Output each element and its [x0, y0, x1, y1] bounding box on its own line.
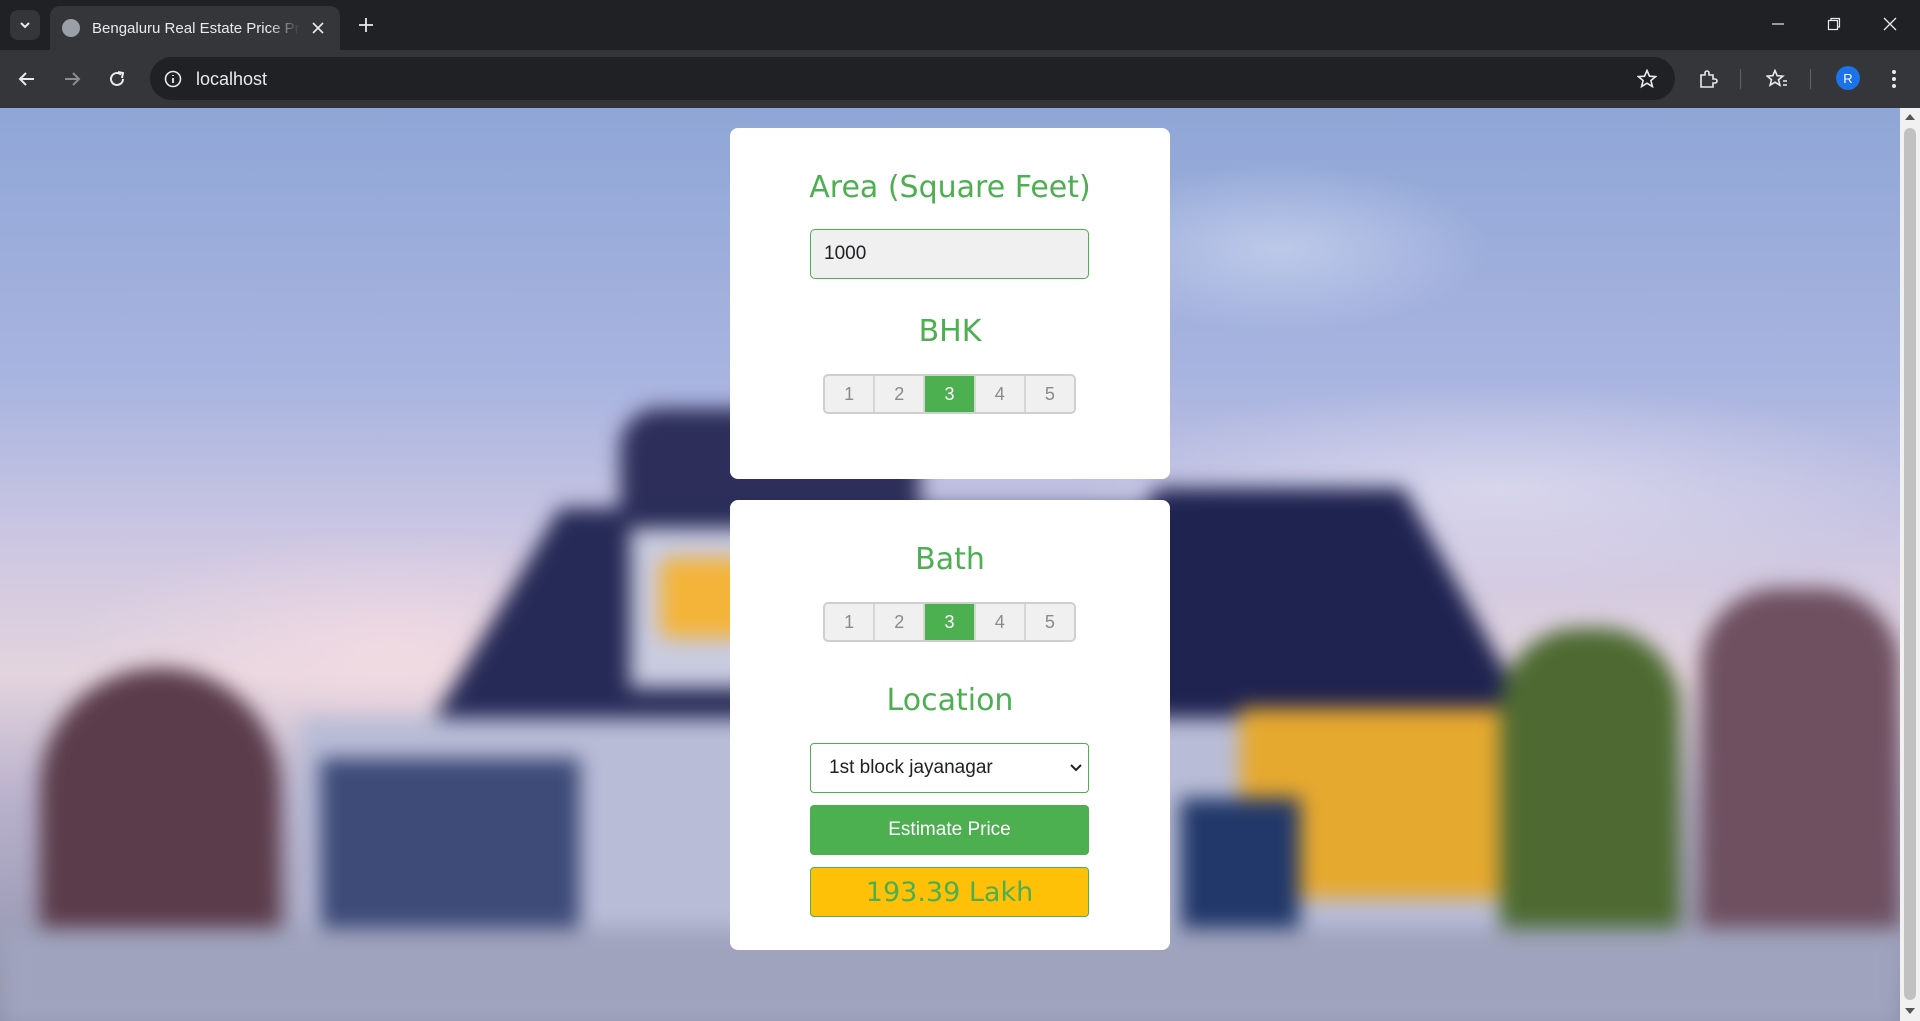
forward-arrow-icon	[65, 72, 81, 86]
forward-button[interactable]	[56, 63, 88, 95]
bath-option-1[interactable]: 1	[825, 604, 876, 640]
estimated-price-result: 193.39 Lakh	[810, 867, 1089, 917]
tab-search-button[interactable]	[10, 10, 40, 40]
bookmark-star-button[interactable]	[1633, 65, 1661, 93]
toolbar-divider	[1740, 69, 1741, 89]
profile-avatar[interactable]: R	[1836, 66, 1860, 90]
new-tab-button[interactable]	[352, 11, 380, 39]
restore-icon	[1827, 17, 1841, 31]
bhk-option-5[interactable]: 5	[1026, 376, 1074, 412]
plus-icon	[359, 18, 373, 32]
bhk-selector: 12345	[823, 374, 1076, 414]
extensions-icon	[1700, 70, 1718, 88]
area-input[interactable]	[810, 229, 1089, 279]
tab-title: Bengaluru Real Estate Price Prediction	[92, 19, 300, 37]
bath-label: Bath	[915, 542, 985, 577]
bath-option-3[interactable]: 3	[925, 604, 976, 640]
browser-toolbar: localhost R	[0, 50, 1920, 108]
page-viewport: Area (Square Feet) BHK 12345 Bath 12345 …	[0, 108, 1900, 1021]
bhk-option-4[interactable]: 4	[976, 376, 1026, 412]
bookmarks-button[interactable]	[1762, 64, 1792, 94]
bookmark-star-icon	[1637, 69, 1657, 89]
reload-button[interactable]	[101, 63, 133, 95]
restore-button[interactable]	[1806, 0, 1862, 48]
minimize-icon	[1772, 23, 1784, 25]
estimate-price-button[interactable]: Estimate Price	[810, 805, 1089, 855]
bath-location-card: Bath 12345 Location 1st block jayanagar …	[730, 500, 1170, 950]
area-label: Area (Square Feet)	[809, 170, 1091, 205]
minimize-button[interactable]	[1750, 0, 1806, 48]
toolbar-divider	[1810, 69, 1811, 89]
tab-search-icon	[20, 22, 30, 29]
bhk-option-1[interactable]: 1	[825, 376, 876, 412]
scroll-thumb[interactable]	[1904, 128, 1916, 1000]
tab-close-button[interactable]	[308, 18, 328, 38]
scroll-down-arrow-icon[interactable]	[1905, 1008, 1915, 1014]
menu-button[interactable]	[1879, 64, 1909, 94]
address-bar[interactable]: localhost	[150, 57, 1675, 100]
back-button[interactable]	[11, 63, 43, 95]
close-icon	[1883, 17, 1897, 31]
info-icon	[164, 70, 182, 88]
bookmarks-icon	[1766, 69, 1787, 87]
extensions-button[interactable]	[1693, 64, 1723, 94]
scroll-up-arrow-icon[interactable]	[1905, 114, 1915, 120]
bath-option-5[interactable]: 5	[1026, 604, 1074, 640]
reload-icon	[110, 71, 125, 86]
site-info-button[interactable]	[160, 66, 186, 92]
page-scrollbar[interactable]	[1900, 108, 1920, 1021]
back-arrow-icon	[18, 72, 34, 86]
url-text: localhost	[196, 69, 268, 89]
globe-icon	[62, 19, 80, 37]
location-label: Location	[886, 683, 1014, 718]
bhk-option-3[interactable]: 3	[925, 376, 976, 412]
chevron-down-icon	[1070, 764, 1082, 772]
close-window-button[interactable]	[1862, 0, 1918, 48]
bath-option-2[interactable]: 2	[875, 604, 926, 640]
bhk-option-2[interactable]: 2	[875, 376, 926, 412]
location-selected-value: 1st block jayanagar	[829, 757, 993, 778]
close-icon	[312, 22, 324, 34]
bath-selector: 12345	[823, 602, 1076, 642]
bhk-label: BHK	[918, 314, 982, 349]
location-select[interactable]: 1st block jayanagar	[810, 743, 1089, 793]
area-bhk-card: Area (Square Feet) BHK 12345	[730, 128, 1170, 479]
browser-tab[interactable]: Bengaluru Real Estate Price Prediction	[50, 6, 340, 50]
more-vert-icon	[1892, 70, 1896, 88]
bath-option-4[interactable]: 4	[976, 604, 1026, 640]
tab-strip: Bengaluru Real Estate Price Prediction	[0, 0, 1920, 50]
